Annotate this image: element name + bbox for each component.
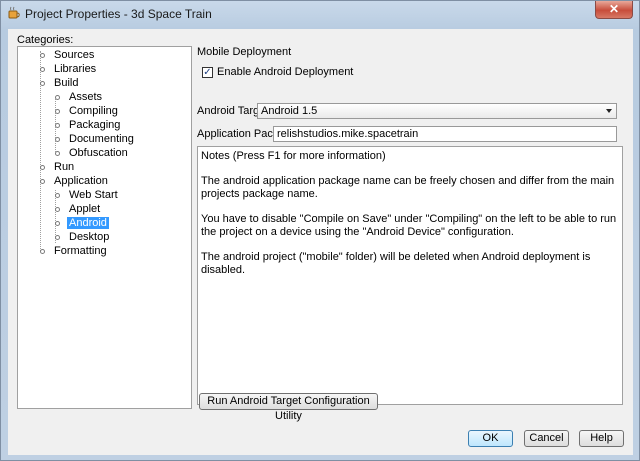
tree-node-icon: [40, 179, 45, 184]
tree-item-documenting[interactable]: Documenting: [55, 133, 136, 146]
enable-android-deployment-label: Enable Android Deployment: [217, 66, 354, 78]
tree-node-icon: [40, 53, 45, 58]
run-configuration-utility-button[interactable]: Run Android Target Configuration Utility: [199, 393, 378, 422]
tree-item-web-start[interactable]: Web Start: [55, 189, 120, 202]
categories-tree[interactable]: Sources Libraries Build Assets Compiling…: [17, 46, 192, 409]
tree-node-icon: [55, 151, 60, 156]
android-settings-panel: Mobile Deployment ✓ Enable Android Deplo…: [197, 46, 625, 416]
notes-paragraph: The android application package name can…: [201, 175, 615, 200]
tree-node-icon: [55, 123, 60, 128]
tree-item-libraries[interactable]: Libraries: [40, 63, 98, 76]
window-title: Project Properties - 3d Space Train: [25, 7, 212, 21]
help-button[interactable]: Help: [579, 430, 624, 447]
tree-item-assets[interactable]: Assets: [55, 91, 104, 104]
tree-node-icon: [40, 165, 45, 170]
tree-item-desktop[interactable]: Desktop: [55, 231, 111, 244]
tree-item-packaging[interactable]: Packaging: [55, 119, 122, 132]
tree-item-obfuscation[interactable]: Obfuscation: [55, 147, 130, 160]
tree-node-icon: [40, 81, 45, 86]
tree-item-build[interactable]: Build: [40, 77, 80, 90]
dialog-content: Categories: Sources Libraries Build Asse…: [8, 29, 633, 455]
android-target-value: Android 1.5: [261, 105, 318, 117]
section-title: Mobile Deployment: [197, 46, 292, 58]
cancel-button[interactable]: Cancel: [524, 430, 569, 447]
tree-item-compiling[interactable]: Compiling: [55, 105, 120, 118]
tree-item-run[interactable]: Run: [40, 161, 76, 174]
android-target-select[interactable]: Android 1.5: [257, 103, 617, 119]
tree-item-formatting[interactable]: Formatting: [40, 245, 109, 258]
tree-node-icon: [40, 67, 45, 72]
tree-node-icon: [55, 207, 60, 212]
notes-paragraph: The android project ("mobile" folder) wi…: [201, 251, 591, 276]
tree-node-icon: [40, 249, 45, 254]
dropdown-arrow-icon[interactable]: [606, 109, 612, 113]
tree-node-icon: [55, 109, 60, 114]
project-properties-dialog: Project Properties - 3d Space Train ✕ Ca…: [0, 0, 640, 461]
notes-heading: Notes (Press F1 for more information): [201, 150, 386, 162]
close-button[interactable]: ✕: [595, 1, 633, 19]
ok-button[interactable]: OK: [468, 430, 513, 447]
title-bar[interactable]: Project Properties - 3d Space Train ✕: [1, 1, 639, 27]
application-package-input[interactable]: relishstudios.mike.spacetrain: [273, 126, 617, 142]
tree-item-application[interactable]: Application: [40, 175, 110, 188]
enable-android-deployment-checkbox[interactable]: ✓ Enable Android Deployment: [202, 65, 353, 79]
notes-area: Notes (Press F1 for more information) Th…: [197, 146, 623, 405]
tree-node-icon: [55, 235, 60, 240]
tree-item-applet[interactable]: Applet: [55, 203, 102, 216]
tree-item-android[interactable]: Android: [55, 217, 109, 230]
tree-node-icon: [55, 221, 60, 226]
tree-item-sources[interactable]: Sources: [40, 49, 96, 62]
tree-node-icon: [55, 137, 60, 142]
tree-node-icon: [55, 95, 60, 100]
notes-paragraph: You have to disable "Compile on Save" un…: [201, 213, 617, 238]
tree-node-icon: [55, 193, 60, 198]
coffee-cup-icon: [8, 6, 20, 19]
categories-label: Categories:: [17, 34, 74, 46]
checkmark-icon[interactable]: ✓: [202, 66, 213, 78]
